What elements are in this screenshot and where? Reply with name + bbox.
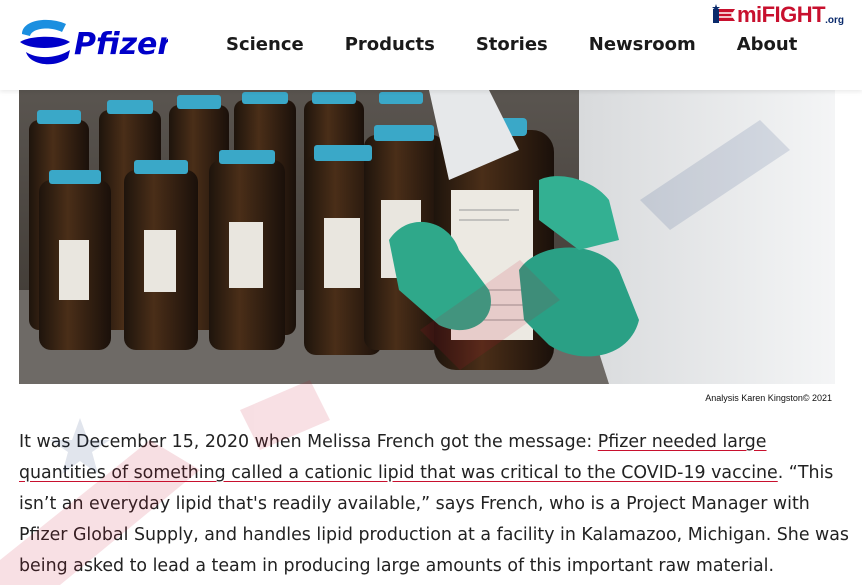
nav-newsroom[interactable]: Newsroom (589, 34, 696, 55)
mifight-suffix: .org (825, 14, 844, 26)
lab-bottles-photo (19, 90, 835, 384)
nav-stories[interactable]: Stories (476, 34, 548, 55)
svg-text:Pfizer: Pfizer (74, 27, 168, 62)
article-intro: It was December 15, 2020 when Melissa Fr… (19, 432, 598, 452)
photo-credit: Analysis Karen Kingston© 2021 (705, 393, 832, 403)
flag-star-icon (711, 4, 735, 23)
article-body: It was December 15, 2020 when Melissa Fr… (19, 427, 849, 582)
mifight-name: miFIGHT (736, 2, 826, 27)
photo-illustration (19, 90, 835, 384)
mifight-logo: miFIGHT .org (711, 2, 844, 28)
site-header: Pfizer Science Products Stories Newsroom… (0, 0, 862, 90)
nav-products[interactable]: Products (345, 34, 435, 55)
pfizer-logo[interactable]: Pfizer (18, 12, 168, 72)
nav-science[interactable]: Science (226, 34, 304, 55)
nav-about[interactable]: About (737, 34, 798, 55)
main-nav: Science Products Stories Newsroom About (226, 34, 838, 55)
